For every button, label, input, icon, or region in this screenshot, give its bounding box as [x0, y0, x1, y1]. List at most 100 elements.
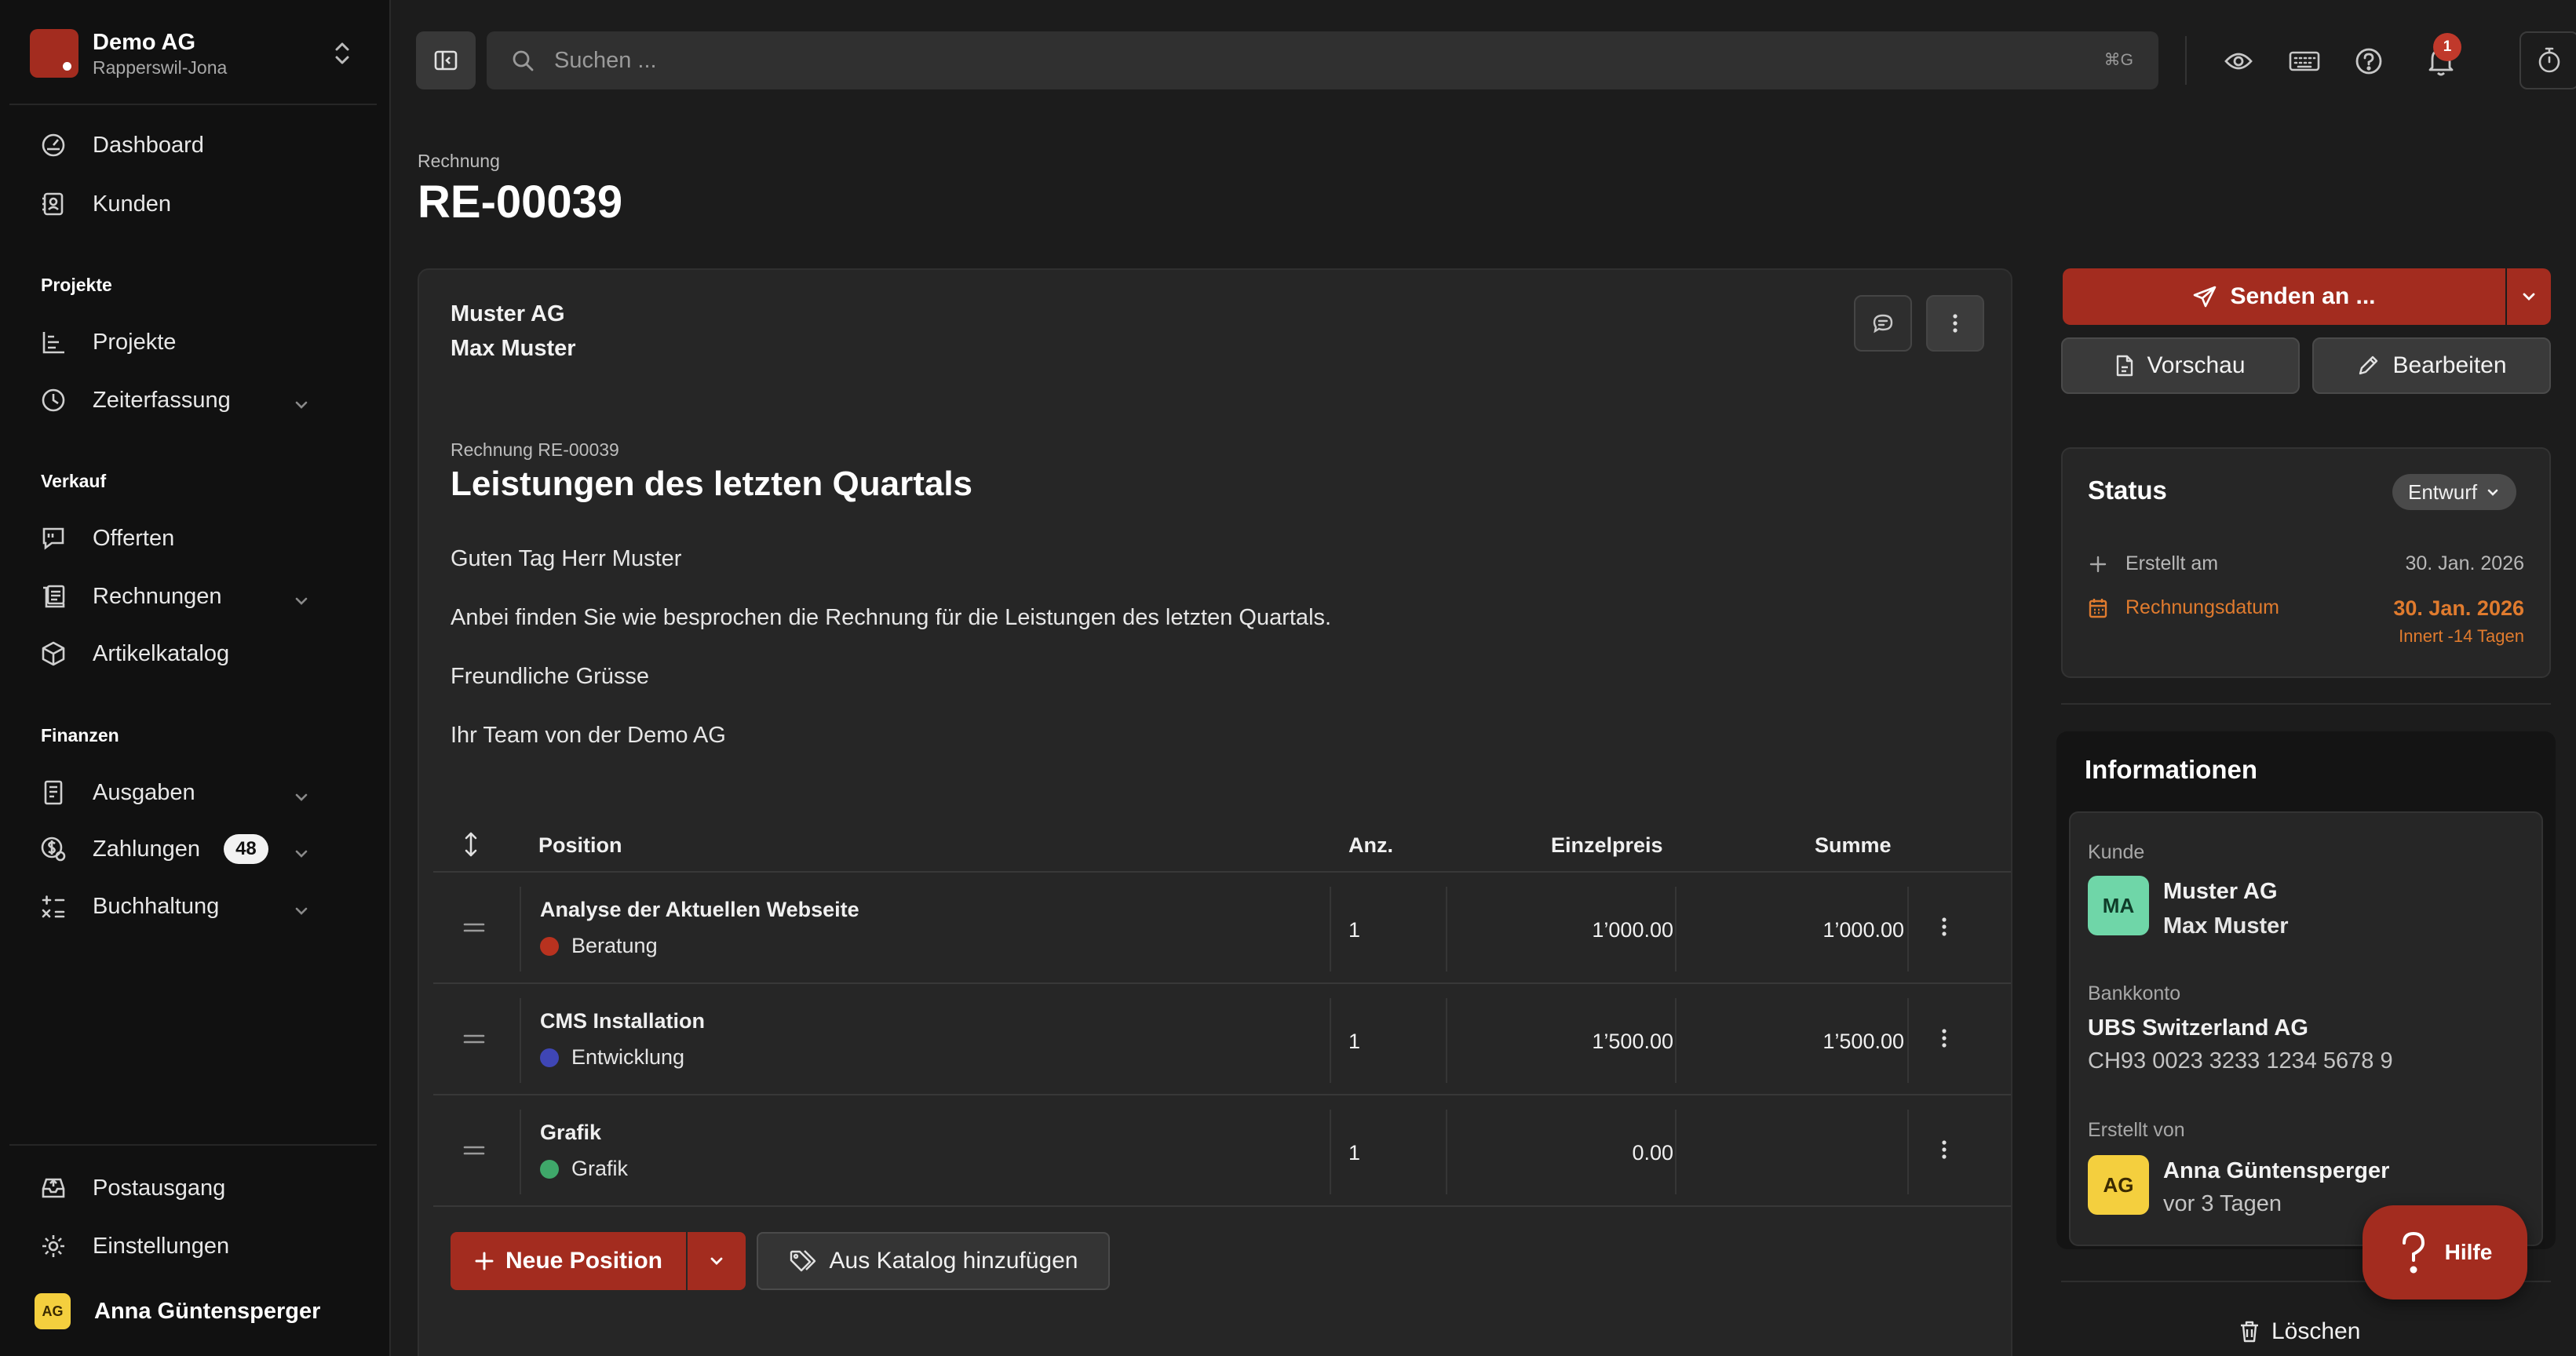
position-qty[interactable]: 1 [1348, 1030, 1360, 1054]
cell-divider [520, 887, 521, 971]
help-circle-icon[interactable] [2348, 41, 2389, 82]
due-note: Innert -14 Tagen [2399, 626, 2524, 646]
outbox-icon [39, 1174, 68, 1202]
table-row[interactable]: CMS Installation Entwicklung 1 1’500.00 … [433, 986, 2011, 1095]
sidebar-item-projekte[interactable]: Projekte [20, 319, 358, 366]
cell-divider [1675, 887, 1677, 971]
cell-divider [1330, 887, 1331, 971]
category-label: Entwicklung [571, 1045, 685, 1069]
sort-icon[interactable] [462, 830, 480, 858]
search-input[interactable]: Suchen ... ⌘G [487, 31, 2158, 89]
category-dot [540, 1159, 559, 1179]
new-position-label: Neue Position [505, 1248, 663, 1274]
drag-handle-icon[interactable] [463, 1144, 485, 1157]
table-row[interactable]: Analyse der Aktuellen Webseite Beratung … [433, 874, 2011, 984]
creator-when: vor 3 Tagen [2163, 1191, 2282, 1216]
more-vertical-icon[interactable] [1940, 915, 1948, 939]
comment-icon [1871, 312, 1895, 335]
toggle-sidebar-button[interactable] [416, 31, 476, 89]
invoice-date-value: 30. Jan. 2026 [2393, 596, 2524, 620]
section-title-finanzen: Finanzen [41, 725, 119, 745]
question-mark-icon [2398, 1230, 2429, 1274]
pencil-icon [2356, 354, 2380, 377]
position-name: CMS Installation [540, 1009, 706, 1033]
send-dropdown-button[interactable] [2507, 268, 2551, 325]
sidebar-item-buchhaltung[interactable]: Buchhaltung [20, 883, 358, 930]
receipt-icon [39, 778, 68, 807]
recipient-address: Muster AG Max Muster [451, 297, 576, 366]
drag-handle-icon[interactable] [463, 1033, 485, 1045]
column-header-unit-price: Einzelpreis [1551, 833, 1663, 857]
body-paragraph: Ihr Team von der Demo AG [451, 723, 726, 748]
more-options-button[interactable] [1926, 295, 1984, 352]
user-name: Anna Güntensperger [94, 1298, 321, 1324]
sidebar-item-zeiterfassung[interactable]: Zeiterfassung [20, 377, 358, 424]
chevron-up-down-icon[interactable] [333, 39, 352, 67]
drag-handle-icon[interactable] [463, 921, 485, 934]
document-type: Rechnung [418, 151, 500, 171]
bank-label: Bankkonto [2088, 982, 2181, 1004]
comment-button[interactable] [1854, 295, 1912, 352]
accounting-icon [39, 892, 68, 920]
position-qty[interactable]: 1 [1348, 918, 1360, 942]
sidebar-item-zahlungen[interactable]: Zahlungen 48 [20, 826, 358, 873]
position-unit-price[interactable]: 1’500.00 [1592, 1030, 1673, 1054]
sidebar-item-ausgaben[interactable]: Ausgaben [20, 769, 358, 816]
new-position-dropdown-button[interactable] [688, 1232, 746, 1290]
iban: CH93 0023 3233 1234 5678 9 [2088, 1048, 2393, 1074]
user-menu[interactable]: AG Anna Güntensperger [20, 1289, 358, 1334]
page-title: RE-00039 [418, 177, 623, 228]
send-button[interactable]: Senden an ... [2063, 268, 2505, 325]
position-sum: 1’500.00 [1823, 1030, 1904, 1053]
sidebar-item-einstellungen[interactable]: Einstellungen [20, 1223, 358, 1270]
table-row[interactable]: Grafik Grafik 1 0.00 [433, 1097, 2011, 1207]
new-position-button[interactable]: Neue Position [451, 1232, 686, 1290]
position-qty[interactable]: 1 [1348, 1141, 1360, 1165]
sidebar-item-offerten[interactable]: Offerten [20, 515, 358, 562]
cell-divider [1446, 1110, 1447, 1194]
help-button[interactable]: Hilfe [2363, 1205, 2527, 1300]
document-icon [2115, 354, 2134, 377]
chevron-down-icon [2485, 484, 2501, 500]
dashboard-icon [39, 131, 68, 159]
position-unit-price[interactable]: 0.00 [1632, 1141, 1673, 1165]
sidebar-item-dashboard[interactable]: Dashboard [20, 122, 358, 169]
sidebar-item-artikelkatalog[interactable]: Artikelkatalog [20, 630, 358, 677]
add-from-catalog-button[interactable]: Aus Katalog hinzufügen [757, 1232, 1110, 1290]
eye-icon[interactable] [2218, 41, 2259, 82]
position-name: Analyse der Aktuellen Webseite [540, 898, 859, 921]
sidebar-item-postausgang[interactable]: Postausgang [20, 1165, 358, 1212]
sidebar-item-kunden[interactable]: Kunden [20, 180, 358, 228]
position-unit-price[interactable]: 1’000.00 [1592, 918, 1673, 942]
search-shortcut: ⌘G [2103, 51, 2133, 69]
category-label: Beratung [571, 934, 658, 957]
count-badge: 48 [224, 834, 268, 864]
keyboard-icon[interactable] [2284, 41, 2325, 82]
invoice-date-label: Rechnungsdatum [2125, 596, 2279, 618]
cell-divider [520, 998, 521, 1083]
org-switcher[interactable]: Demo AG Rapperswil-Jona [9, 11, 367, 96]
status-invoice-date-row[interactable]: Rechnungsdatum 30. Jan. 2026 [2088, 596, 2524, 622]
creator-name: Anna Güntensperger [2163, 1158, 2390, 1183]
topbar: Suchen ... ⌘G 1 [392, 0, 2576, 118]
timer-button[interactable] [2519, 31, 2576, 89]
sidebar-item-label: Kunden [93, 191, 171, 217]
cell-divider [1907, 887, 1909, 971]
customer-person: Max Muster [2163, 913, 2289, 939]
category-label: Grafik [571, 1157, 629, 1180]
more-vertical-icon[interactable] [1940, 1138, 1948, 1161]
preview-button[interactable]: Vorschau [2061, 337, 2300, 394]
sidebar-item-rechnungen[interactable]: Rechnungen [20, 573, 358, 620]
sidebar-item-label: Einstellungen [93, 1233, 230, 1259]
delete-button[interactable]: Löschen [2238, 1318, 2360, 1345]
notification-badge: 1 [2433, 33, 2461, 61]
sidebar-item-label: Projekte [93, 329, 177, 355]
status-dropdown[interactable]: Entwurf [2392, 474, 2517, 510]
org-location: Rapperswil-Jona [93, 57, 228, 78]
edit-button[interactable]: Bearbeiten [2312, 337, 2551, 394]
more-vertical-icon[interactable] [1940, 1026, 1948, 1050]
due-note-row: Innert -14 Tagen [2088, 626, 2524, 648]
customer-company[interactable]: Muster AG [2163, 879, 2278, 905]
quote-icon [39, 524, 68, 552]
position-sum: 1’000.00 [1823, 918, 1904, 942]
